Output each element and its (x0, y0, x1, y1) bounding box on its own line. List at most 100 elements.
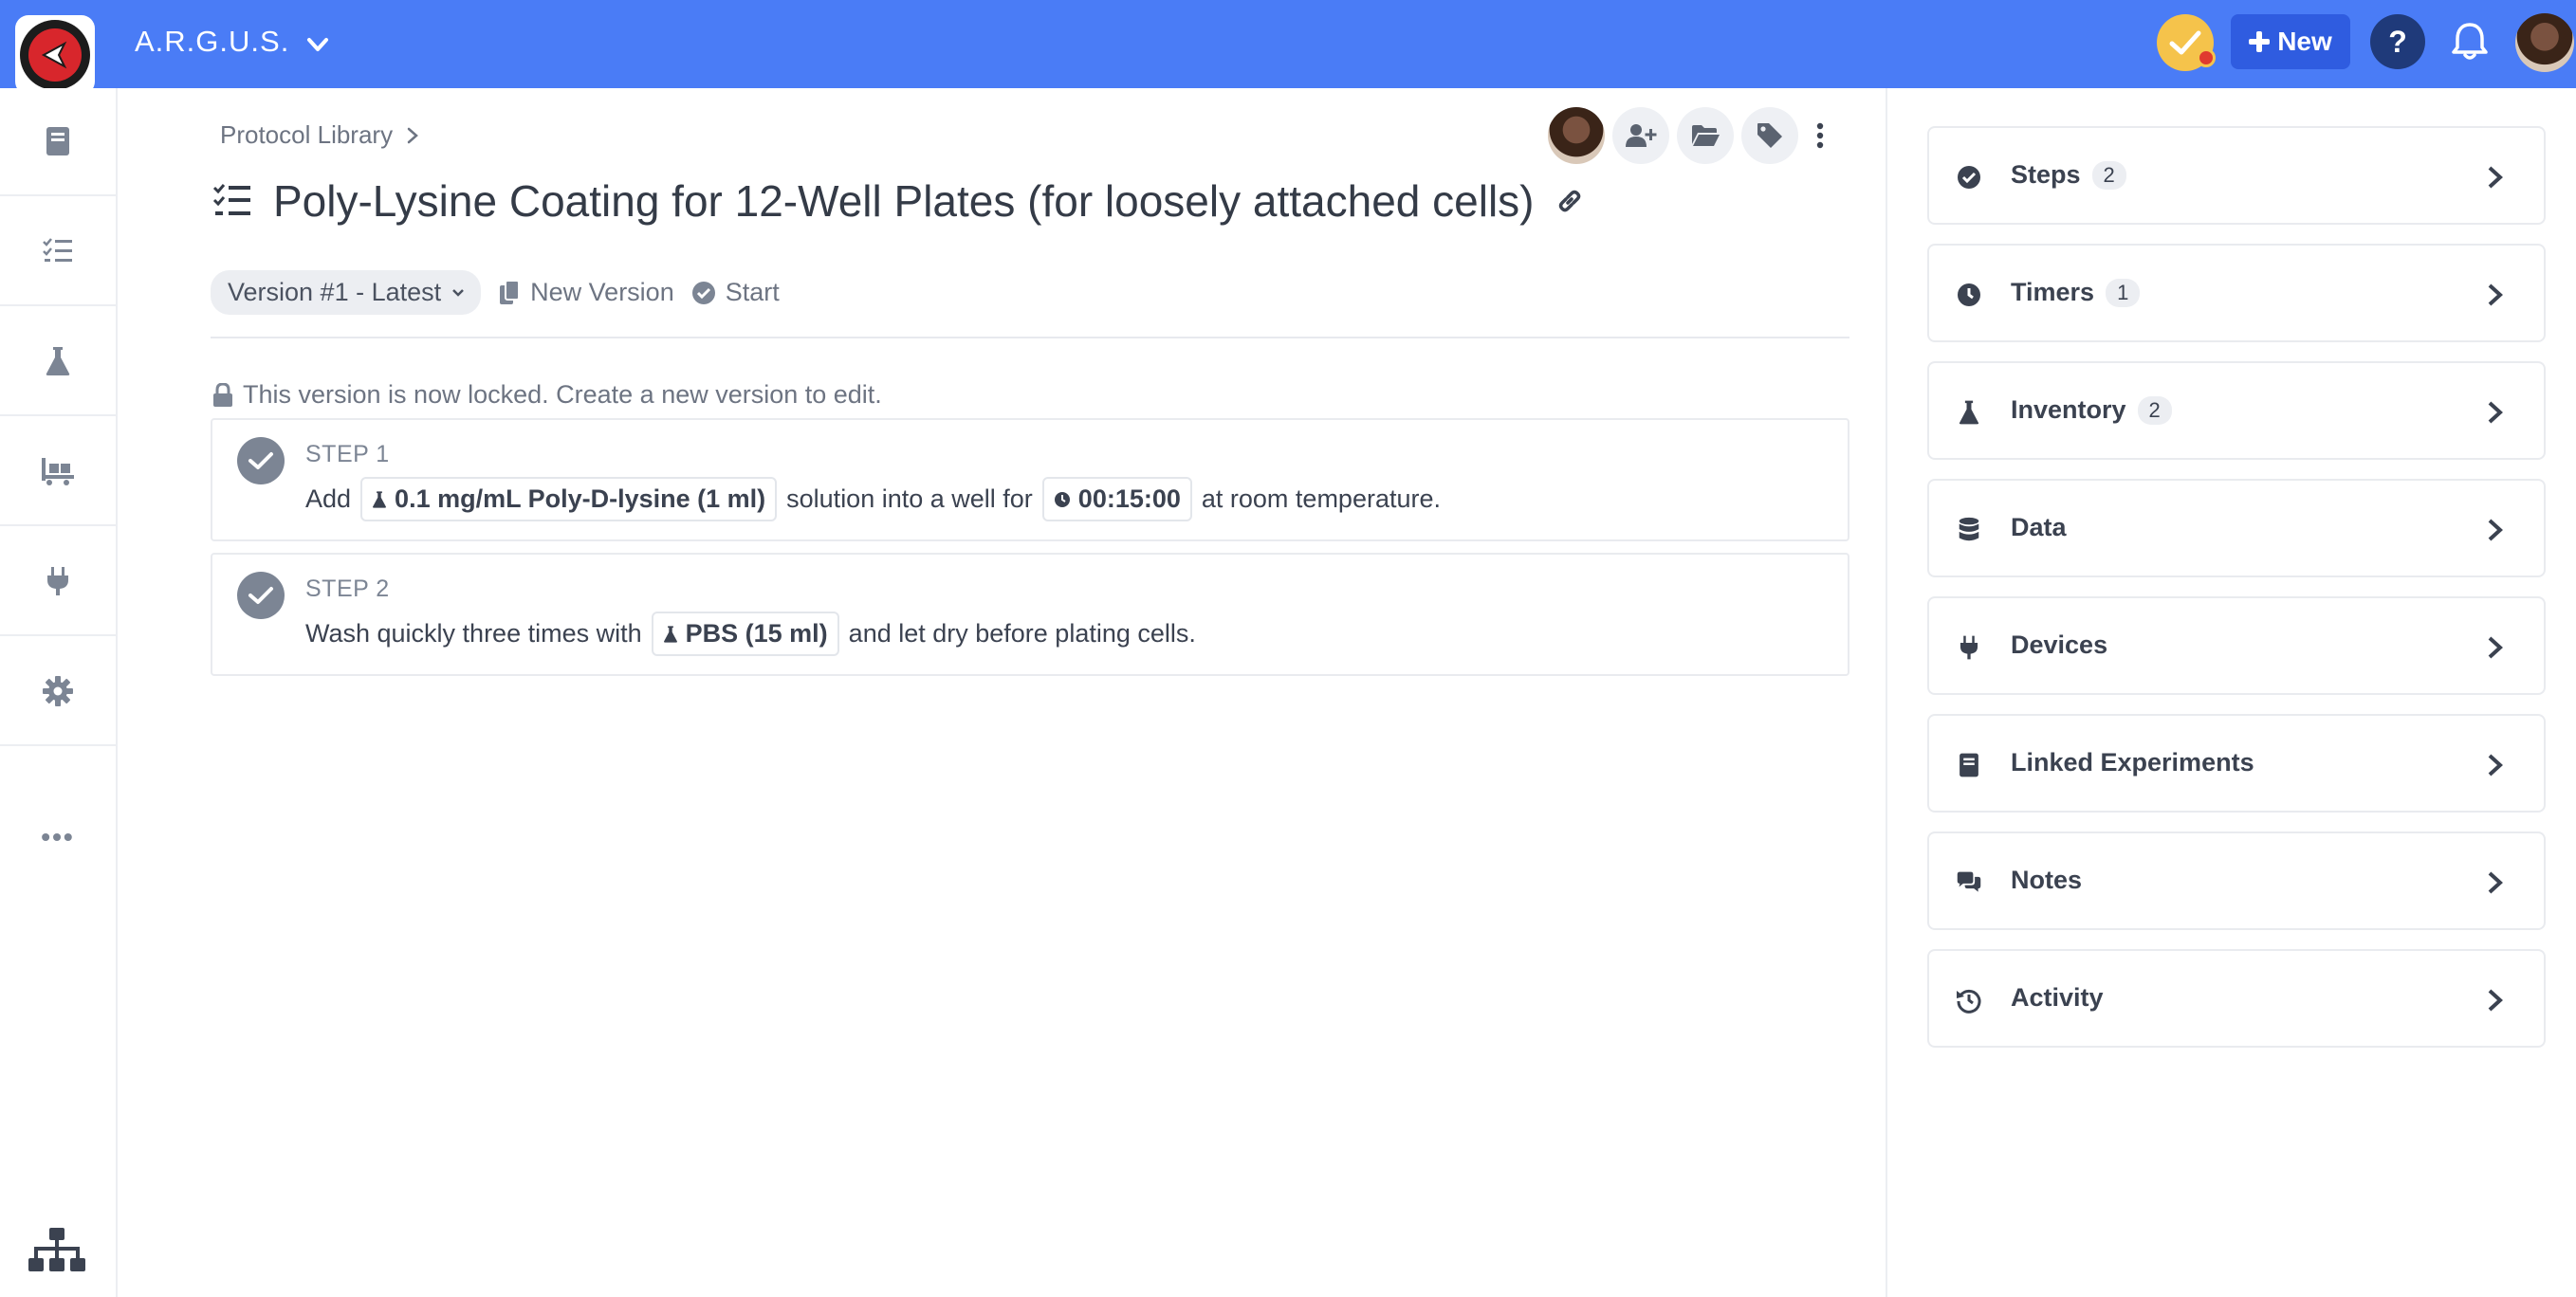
inventory-chip[interactable]: PBS (15 ml) (651, 612, 839, 656)
start-label: Start (725, 278, 780, 306)
left-sidebar: ••• (0, 88, 118, 1297)
panel-label: Timers (2011, 278, 2095, 306)
version-toolbar: Version #1 - Latest New Version Start (211, 270, 780, 315)
new-button[interactable]: New (2231, 14, 2350, 69)
check-circle-icon (1958, 166, 1980, 189)
version-label: Version #1 - Latest (228, 278, 442, 306)
count-badge: 2 (2091, 160, 2126, 190)
panel-devices[interactable]: Devices (1927, 596, 2546, 695)
panel-label: Activity (2011, 983, 2104, 1012)
step-label: STEP 2 (305, 575, 390, 602)
version-select[interactable]: Version #1 - Latest (211, 270, 482, 315)
chevron-right-icon (2488, 401, 2503, 424)
sidebar-more-icon[interactable]: ••• (0, 809, 116, 866)
history-icon (1957, 989, 1981, 1014)
top-bar: A.R.G.U.S. New ? (0, 0, 2576, 88)
copy-icon (500, 279, 521, 304)
sidebar-item-equipment[interactable] (0, 418, 116, 526)
locked-notice: This version is now locked. Create a new… (212, 380, 882, 410)
user-plus-icon (1626, 124, 1657, 147)
inventory-chip-label: 0.1 mg/mL Poly-D-lysine (1 ml) (395, 484, 766, 513)
more-options-icon[interactable] (1806, 107, 1834, 164)
lock-icon (213, 382, 232, 407)
panel-inventory[interactable]: Inventory 2 (1927, 361, 2546, 460)
bell-icon[interactable] (2445, 17, 2494, 66)
chevron-right-icon (2488, 636, 2503, 659)
sidebar-item-settings[interactable] (0, 638, 116, 746)
plug-icon (47, 567, 68, 595)
panel-label: Data (2011, 513, 2067, 541)
book-icon (46, 127, 69, 155)
step-label: STEP 1 (305, 441, 390, 467)
new-version-label: New Version (530, 278, 674, 306)
step-complete-icon[interactable] (237, 437, 285, 484)
divider (211, 337, 1849, 338)
link-icon[interactable] (1555, 187, 1584, 215)
tag-button[interactable] (1741, 107, 1798, 164)
step-card-1[interactable]: STEP 1 Add 0.1 mg/mL Poly-D-lysine (1 ml… (211, 418, 1849, 541)
help-button[interactable]: ? (2370, 14, 2425, 69)
breadcrumb-protocol-library[interactable]: Protocol Library (220, 120, 393, 150)
panel-label: Devices (2011, 630, 2108, 659)
folder-button[interactable] (1677, 107, 1734, 164)
sidebar-item-devices[interactable] (0, 528, 116, 636)
chevron-down-icon[interactable] (302, 30, 334, 59)
chevron-right-icon (2488, 754, 2503, 776)
panel-steps[interactable]: Steps 2 (1927, 126, 2546, 225)
plus-icon (2249, 31, 2271, 52)
right-panel: Steps 2 Timers 1 Inventory 2 Data Devices (1886, 88, 2576, 1297)
notification-dot (2197, 48, 2216, 67)
sidebar-item-inventory[interactable] (0, 308, 116, 416)
timer-chip[interactable]: 00:15:00 (1041, 477, 1192, 521)
plug-icon (1960, 635, 1978, 660)
owner-avatar[interactable] (1548, 107, 1605, 164)
step-text: Add 0.1 mg/mL Poly-D-lysine (1 ml) solut… (305, 477, 1441, 521)
panel-label: Notes (2011, 866, 2083, 894)
panel-linked-experiments[interactable]: Linked Experiments (1927, 714, 2546, 813)
breadcrumb: Protocol Library (220, 120, 419, 150)
panel-activity[interactable]: Activity (1927, 949, 2546, 1048)
chevron-right-icon (407, 127, 418, 143)
flask-icon (663, 625, 677, 643)
sidebar-item-notebook[interactable] (0, 88, 116, 196)
chevron-right-icon (2488, 166, 2503, 189)
step-card-2[interactable]: STEP 2 Wash quickly three times with PBS… (211, 553, 1849, 676)
share-user-button[interactable] (1612, 107, 1669, 164)
comments-icon (1957, 871, 1981, 892)
timer-chip-label: 00:15:00 (1077, 484, 1181, 513)
flask-icon (46, 347, 70, 375)
page-title: Poly-Lysine Coating for 12-Well Plates (… (273, 176, 1535, 226)
sitemap-icon[interactable] (27, 1226, 87, 1275)
chevron-down-icon (452, 288, 465, 297)
chevron-right-icon (2488, 519, 2503, 541)
panel-label: Inventory (2011, 395, 2126, 424)
panel-label: Linked Experiments (2011, 748, 2254, 776)
app-name[interactable]: A.R.G.U.S. (135, 25, 289, 59)
pallet-icon (42, 458, 74, 485)
panel-timers[interactable]: Timers 1 (1927, 244, 2546, 342)
new-version-button[interactable]: New Version (498, 278, 674, 307)
locked-message: This version is now locked. Create a new… (243, 380, 882, 409)
flask-icon (373, 490, 387, 508)
check-circle-icon (691, 281, 715, 304)
new-button-label: New (2277, 27, 2332, 56)
inventory-chip[interactable]: 0.1 mg/mL Poly-D-lysine (1 ml) (360, 477, 778, 521)
sidebar-item-protocols[interactable] (0, 198, 116, 306)
tag-icon (1757, 123, 1782, 148)
chevron-right-icon (2488, 989, 2503, 1012)
user-avatar[interactable] (2515, 13, 2574, 72)
panel-label: Steps (2011, 160, 2081, 189)
protocol-actions (1548, 107, 1834, 164)
flask-icon (1959, 400, 1979, 425)
step-text: Wash quickly three times with PBS (15 ml… (305, 612, 1196, 656)
database-icon (1959, 517, 1979, 541)
panel-data[interactable]: Data (1927, 479, 2546, 577)
tasks-check-button[interactable] (2157, 14, 2216, 71)
step-complete-icon[interactable] (237, 572, 285, 619)
tasks-list-icon (43, 238, 72, 262)
panel-notes[interactable]: Notes (1927, 831, 2546, 930)
count-badge: 1 (2106, 278, 2141, 307)
step-text-before: Add (305, 484, 352, 513)
app-logo[interactable] (15, 15, 95, 95)
start-button[interactable]: Start (691, 278, 780, 307)
